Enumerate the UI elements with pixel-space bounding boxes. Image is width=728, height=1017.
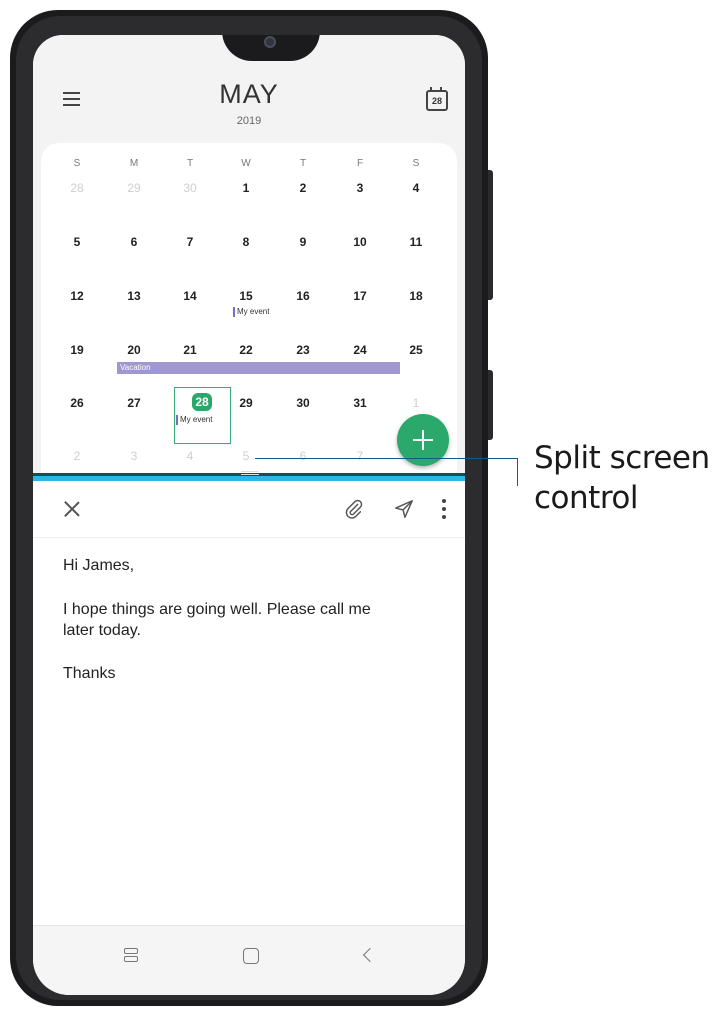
calendar-day[interactable]: 8 [226, 235, 266, 249]
more-options-icon[interactable] [442, 499, 446, 519]
calendar-day[interactable]: 7 [170, 235, 210, 249]
calendar-day[interactable]: 26 [57, 396, 97, 410]
phone-screen: MAY 2019 28 SMTWTFS 28 29 30 1 2 3 4 5 6 7 8 9 10 11 1… [33, 35, 465, 995]
callout-label-line2: control [534, 480, 638, 516]
calendar-today-icon[interactable]: 28 [426, 87, 448, 111]
calendar-day[interactable]: 25 [396, 343, 436, 357]
email-body-line2[interactable]: later today. [63, 620, 141, 641]
calendar-day[interactable]: 10 [340, 235, 380, 249]
calendar-day[interactable]: 27 [114, 396, 154, 410]
calendar-day[interactable]: 12 [57, 289, 97, 303]
calendar-day[interactable]: 3 [340, 181, 380, 195]
calendar-day[interactable]: 5 [226, 449, 266, 463]
email-signoff[interactable]: Thanks [63, 663, 115, 684]
callout-label-line1: Split screen [534, 440, 710, 476]
email-body-line1[interactable]: I hope things are going well. Please cal… [63, 599, 371, 620]
calendar-day[interactable]: 20 [114, 343, 154, 357]
calendar-day[interactable]: 7 [340, 449, 380, 463]
calendar-day[interactable]: 14 [170, 289, 210, 303]
calendar-day[interactable]: 29 [226, 396, 266, 410]
home-icon[interactable] [243, 948, 259, 964]
calendar-day[interactable]: 15 [226, 289, 266, 303]
calendar-day[interactable]: 16 [283, 289, 323, 303]
weekday-label: T [186, 158, 194, 169]
weekday-label: F [356, 158, 364, 169]
weekday-label: W [241, 158, 251, 169]
calendar-day[interactable]: 4 [170, 449, 210, 463]
paperclip-icon[interactable] [343, 498, 365, 520]
email-greeting[interactable]: Hi James, [63, 555, 134, 576]
calendar-day[interactable]: 28 [57, 181, 97, 195]
event-15[interactable]: My event [233, 307, 269, 317]
today-badge[interactable]: 28 [192, 393, 212, 411]
calendar-day[interactable]: 29 [114, 181, 154, 195]
split-handle-icon[interactable] [241, 471, 259, 475]
send-icon[interactable] [393, 498, 415, 520]
calendar-day[interactable]: 22 [226, 343, 266, 357]
year-label: 2019 [236, 115, 262, 127]
navigation-bar [33, 925, 465, 995]
phone-frame: MAY 2019 28 SMTWTFS 28 29 30 1 2 3 4 5 6 7 8 9 10 11 1… [10, 10, 493, 1006]
calendar-day[interactable]: 11 [396, 235, 436, 249]
calendar-day[interactable]: 2 [57, 449, 97, 463]
calendar-day[interactable]: 3 [114, 449, 154, 463]
month-title: MAY [219, 79, 279, 109]
volume-button [488, 170, 493, 300]
calendar-day[interactable]: 31 [340, 396, 380, 410]
calendar-day[interactable]: 13 [114, 289, 154, 303]
back-icon[interactable] [362, 947, 378, 963]
weekday-label: S [73, 158, 81, 169]
calendar-pane: MAY 2019 28 SMTWTFS 28 29 30 1 2 3 4 5 6 7 8 9 10 11 1… [33, 35, 465, 473]
today-icon-number: 28 [431, 96, 442, 106]
email-pane: Hi James, I hope things are going well. … [33, 481, 465, 925]
vacation-event[interactable]: Vacation [117, 362, 400, 374]
recent-apps-icon[interactable] [124, 948, 138, 964]
calendar-day[interactable]: 18 [396, 289, 436, 303]
calendar-day[interactable]: 24 [340, 343, 380, 357]
calendar-day[interactable]: 19 [57, 343, 97, 357]
calendar-day[interactable]: 2 [283, 181, 323, 195]
event-28[interactable]: My event [176, 415, 212, 425]
calendar-day[interactable]: 6 [283, 449, 323, 463]
camera-icon [264, 36, 276, 48]
email-toolbar [33, 481, 465, 538]
callout-label: Split screen control [534, 438, 710, 518]
calendar-day[interactable]: 30 [283, 396, 323, 410]
callout-line-vertical [517, 458, 518, 486]
weekday-label: T [299, 158, 307, 169]
calendar-day[interactable]: 30 [170, 181, 210, 195]
calendar-day[interactable]: 9 [283, 235, 323, 249]
callout-line [255, 458, 517, 459]
calendar-day[interactable]: 23 [283, 343, 323, 357]
calendar-day[interactable]: 17 [340, 289, 380, 303]
calendar-day[interactable]: 21 [170, 343, 210, 357]
calendar-day[interactable]: 1 [226, 181, 266, 195]
calendar-day[interactable]: 6 [114, 235, 154, 249]
power-button [488, 370, 493, 440]
weekday-label: S [412, 158, 420, 169]
weekday-label: M [129, 158, 139, 169]
close-icon[interactable] [64, 501, 80, 517]
calendar-day[interactable]: 4 [396, 181, 436, 195]
calendar-day[interactable]: 5 [57, 235, 97, 249]
calendar-day[interactable]: 1 [396, 396, 436, 410]
